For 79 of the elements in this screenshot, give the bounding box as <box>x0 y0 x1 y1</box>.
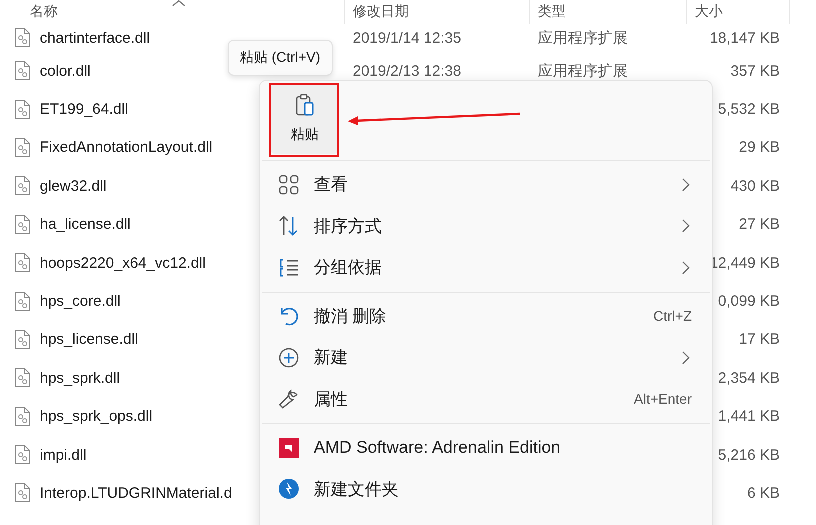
file-name[interactable]: impi.dll <box>40 446 87 464</box>
file-icon <box>15 100 31 120</box>
modified-date: 2019/1/14 12:35 <box>353 30 462 46</box>
file-size: 5,216 KB <box>718 446 780 464</box>
file-name[interactable]: color.dll <box>40 62 91 80</box>
file-icon <box>15 138 31 158</box>
file-size: 18,147 KB <box>710 30 780 46</box>
file-name[interactable]: ha_license.dll <box>40 216 131 234</box>
file-icon <box>15 445 31 466</box>
file-icon <box>15 330 31 350</box>
menu-label: 排序方式 <box>314 216 382 238</box>
shortcut-text: Ctrl+Z <box>654 308 692 324</box>
file-size: 2,354 KB <box>718 370 780 387</box>
file-type: 应用程序扩展 <box>538 62 628 81</box>
file-icon <box>15 176 31 196</box>
column-header[interactable]: 类型 <box>530 0 687 24</box>
file-icon <box>15 292 31 312</box>
menu-item[interactable]: 新建文件夹 <box>260 468 712 510</box>
file-name[interactable]: glew32.dll <box>40 178 107 195</box>
add-icon <box>278 346 300 369</box>
file-icon <box>15 61 31 82</box>
file-name[interactable]: FixedAnnotationLayout.dll <box>40 139 213 156</box>
file-name[interactable]: hps_license.dll <box>40 331 138 348</box>
sort-icon <box>278 215 300 238</box>
file-name[interactable]: ET199_64.dll <box>40 101 128 118</box>
file-icon <box>15 28 31 48</box>
shortcut-text: Alt+Enter <box>634 391 692 408</box>
chevron-icon <box>682 350 690 365</box>
file-type: 应用程序扩展 <box>538 28 628 48</box>
modified-date: 2019/2/13 12:38 <box>353 62 462 80</box>
file-size: 12,449 KB <box>710 254 780 272</box>
menu-item[interactable]: 撤消 删除 Ctrl+Z <box>260 296 712 337</box>
grid-icon <box>278 174 300 196</box>
menu-item[interactable]: 查看 <box>260 164 712 206</box>
menu-item[interactable]: 新建 <box>260 337 712 378</box>
file-name[interactable]: hps_sprk.dll <box>40 370 120 387</box>
menu-item[interactable]: 分组依据 <box>260 247 712 288</box>
file-size: 430 KB <box>730 178 780 195</box>
file-name[interactable]: hoops2220_x64_vc12.dll <box>40 254 206 272</box>
file-icon <box>15 483 31 504</box>
menu-label: 新建文件夹 <box>314 478 399 501</box>
file-size: 1,441 KB <box>718 408 780 426</box>
list-icon <box>278 256 300 279</box>
column-header[interactable]: 名称 <box>0 0 345 24</box>
menu-label: 属性 <box>314 388 348 411</box>
bolt-icon <box>278 478 300 500</box>
file-name[interactable]: chartinterface.dll <box>40 30 150 46</box>
menu-item[interactable]: AMD Software: Adrenalin Edition <box>260 427 712 468</box>
menu-item[interactable]: 排序方式 <box>260 206 712 247</box>
chevron-icon <box>682 260 690 275</box>
file-icon <box>15 214 31 235</box>
file-name[interactable]: hps_core.dll <box>40 293 121 310</box>
clipboard-icon <box>294 94 316 118</box>
file-name[interactable]: Interop.LTUDGRINMaterial.d <box>40 484 232 502</box>
column-header[interactable]: 修改日期 <box>345 0 530 24</box>
logo-icon <box>278 436 300 459</box>
paste-button[interactable]: 粘贴 <box>271 84 339 154</box>
file-size: 5,532 KB <box>718 101 780 118</box>
chevron-icon <box>682 219 690 234</box>
undo-icon <box>278 305 300 328</box>
file-size: 0,099 KB <box>718 293 780 310</box>
file-size: 357 KB <box>730 62 780 80</box>
chevron-icon <box>682 178 690 192</box>
menu-item[interactable]: 属性 Alt+Enter <box>260 378 712 420</box>
menu-label: 撤消 删除 <box>314 306 387 328</box>
file-icon <box>15 368 31 388</box>
file-size: 27 KB <box>739 216 780 234</box>
file-size: 17 KB <box>739 331 780 348</box>
menu-label: AMD Software: Adrenalin Edition <box>314 438 561 458</box>
menu-label: 分组依据 <box>314 257 382 280</box>
file-icon <box>15 406 31 427</box>
tooltip: 粘贴 (Ctrl+V) <box>228 40 332 76</box>
file-name[interactable]: hps_sprk_ops.dll <box>40 408 153 426</box>
file-size: 29 KB <box>739 139 780 156</box>
file-icon <box>15 253 31 274</box>
menu-label: 查看 <box>314 174 348 196</box>
menu-label: 新建 <box>314 347 348 370</box>
file-size: 6 KB <box>747 484 780 502</box>
column-header[interactable]: 大小 <box>687 0 790 24</box>
